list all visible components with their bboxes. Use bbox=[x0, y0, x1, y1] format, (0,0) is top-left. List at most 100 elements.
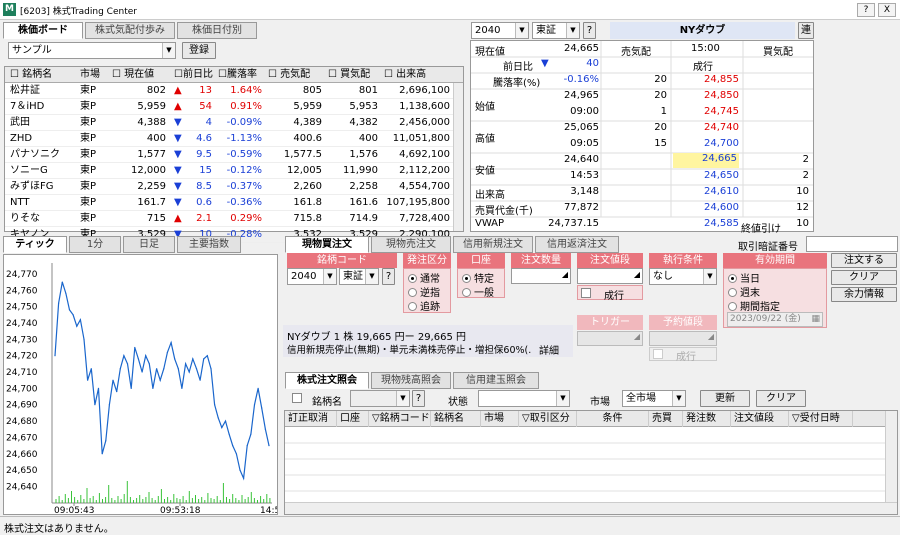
exec-select[interactable]: なし ▼ bbox=[649, 268, 717, 285]
board-row[interactable]: 松井証 東P 802 ▲ 13 1.64% 805 801 2,696,100 bbox=[5, 83, 453, 99]
edit-icon: ◢ bbox=[633, 332, 640, 341]
col-order-price[interactable]: 注文値段 bbox=[731, 411, 789, 427]
y-tick-label: 24,730 bbox=[6, 335, 38, 345]
col-market[interactable]: 市場 bbox=[481, 411, 519, 427]
detail-link[interactable]: 詳細 bbox=[539, 342, 559, 357]
tab-order-inquiry[interactable]: 株式注文照会 bbox=[285, 372, 369, 389]
col-trade-type[interactable]: ▽取引区分 bbox=[519, 411, 577, 427]
board-row[interactable]: 7＆iHD 東P 5,959 ▲ 54 0.91% 5,959 5,953 1,138,600 bbox=[5, 99, 453, 115]
scheduled-market-toggle[interactable]: 成行 bbox=[649, 347, 717, 363]
quote-help-button[interactable]: ? bbox=[583, 22, 596, 39]
col-account[interactable]: 口座 bbox=[337, 411, 369, 427]
account-header: 口座 bbox=[457, 253, 505, 268]
col-received-at[interactable]: ▽受付日時 bbox=[789, 411, 853, 427]
board-cell-name: ZHD bbox=[10, 133, 33, 144]
board-row[interactable]: ZHD 東P 400 ▼ 4.6 -1.13% 400.6 400 11,051,800 bbox=[5, 131, 453, 147]
board-row[interactable]: パナソニク 東P 1,577 ▼ 9.5 -0.59% 1,577.5 1,576 4,692,… bbox=[5, 147, 453, 163]
exec-value: なし bbox=[653, 271, 673, 282]
tab-board[interactable]: 株価ボード bbox=[3, 22, 83, 39]
close-button[interactable]: X bbox=[878, 3, 896, 17]
quote-market-select[interactable]: 東証 ▼ bbox=[532, 22, 580, 39]
order-help-button[interactable]: ? bbox=[382, 268, 395, 285]
account-specific[interactable]: 特定 bbox=[462, 270, 494, 285]
update-button[interactable]: 更新 bbox=[700, 390, 750, 407]
col-price[interactable]: ☐ 現在値 bbox=[109, 67, 171, 83]
buying-power-button[interactable]: 余力情報 bbox=[831, 287, 897, 302]
market-order-toggle[interactable]: 成行 bbox=[577, 285, 643, 302]
price-input[interactable]: ◢ bbox=[577, 268, 643, 284]
inquiry-vscrollbar[interactable] bbox=[885, 411, 897, 502]
order-code-select[interactable]: 2040 ▼ bbox=[287, 268, 337, 285]
col-market[interactable]: 市場 bbox=[77, 67, 107, 83]
high-label: 高値 bbox=[475, 134, 495, 145]
board-row[interactable]: みずほFG 東P 2,259 ▼ 8.5 -0.37% 2,260 2,258 4,554,70… bbox=[5, 179, 453, 195]
col-condition[interactable]: 条件 bbox=[577, 411, 649, 427]
board-row[interactable]: 武田 東P 4,388 ▼ 4 -0.09% 4,389 4,382 2,456,000 bbox=[5, 115, 453, 131]
account-options: 特定 一般 bbox=[457, 268, 505, 299]
col-bid[interactable]: ☐ 買気配 bbox=[325, 67, 381, 83]
tab-cash-buy[interactable]: 現物買注文 bbox=[285, 236, 369, 253]
board-row[interactable]: NTT 東P 161.7 ▼ 0.6 -0.36% 161.8 161.6 107,195,80… bbox=[5, 195, 453, 211]
col-ask[interactable]: ☐ 売気配 bbox=[265, 67, 325, 83]
period-today[interactable]: 当日 bbox=[728, 270, 760, 285]
tab-board-daily[interactable]: 株価日付別 bbox=[177, 22, 257, 39]
board-cell-ask: 12,005 bbox=[287, 165, 322, 176]
period-weekend[interactable]: 週末 bbox=[728, 284, 760, 299]
watchlist-select[interactable]: サンプル ▼ bbox=[8, 42, 176, 59]
period-custom[interactable]: 期間指定 bbox=[728, 298, 780, 313]
tab-indices[interactable]: 主要指数 bbox=[177, 236, 241, 253]
tab-cash-sell[interactable]: 現物売注文 bbox=[371, 236, 451, 253]
col-name[interactable]: ☐ 銘柄名 bbox=[7, 67, 77, 83]
col-code[interactable]: ▽銘柄コード bbox=[369, 411, 431, 427]
tab-margin-new[interactable]: 信用新規注文 bbox=[453, 236, 533, 253]
pin-input[interactable] bbox=[806, 236, 898, 252]
trigger-input[interactable]: ◢ bbox=[577, 331, 643, 346]
help-button[interactable]: ? bbox=[857, 3, 875, 17]
period-date-input[interactable]: 2023/09/22 (金) ▦ bbox=[727, 312, 823, 327]
board-cell-vol: 11,051,800 bbox=[392, 133, 450, 144]
checkbox-icon[interactable] bbox=[292, 393, 302, 403]
type-normal[interactable]: 通常 bbox=[408, 270, 440, 285]
board-row[interactable]: ソニーG 東P 12,000 ▼ 15 -0.12% 12,005 11,990 2,112,2… bbox=[5, 163, 453, 179]
radio-icon bbox=[728, 288, 737, 297]
col-side[interactable]: 売買 bbox=[649, 411, 683, 427]
market-filter-select[interactable]: 全市場 ▼ bbox=[622, 390, 686, 407]
qty-input[interactable]: ◢ bbox=[511, 268, 571, 284]
tab-board-ticks[interactable]: 株式気配付歩み bbox=[85, 22, 175, 39]
clear-order-button[interactable]: クリア bbox=[831, 270, 897, 285]
col-stock-name[interactable]: 銘柄名 bbox=[431, 411, 481, 427]
board-cell-chg: 0.6 bbox=[196, 197, 212, 208]
board-cell-name: NTT bbox=[10, 197, 30, 208]
type-trail[interactable]: 追跡 bbox=[408, 298, 440, 313]
board-cell-ask: 2,260 bbox=[293, 181, 322, 192]
order-market-select[interactable]: 東証 ▼ bbox=[339, 268, 379, 285]
tab-daily[interactable]: 日足 bbox=[123, 236, 175, 253]
register-button[interactable]: 登録 bbox=[182, 42, 216, 59]
col-volume[interactable]: ☐ 出来高 bbox=[381, 67, 457, 83]
col-pct[interactable]: ☐騰落率 bbox=[215, 67, 265, 83]
status-filter-select[interactable]: ▼ bbox=[478, 390, 570, 407]
tab-margin-positions[interactable]: 信用建玉照会 bbox=[453, 372, 539, 389]
submit-order-button[interactable]: 注文する bbox=[831, 253, 897, 268]
inquiry-clear-button[interactable]: クリア bbox=[756, 390, 806, 407]
tab-1min[interactable]: 1分 bbox=[69, 236, 121, 253]
account-general[interactable]: 一般 bbox=[462, 284, 494, 299]
board-cell-price: 715 bbox=[146, 213, 166, 224]
name-filter-select[interactable]: ▼ bbox=[350, 390, 410, 407]
col-qty[interactable]: 発注数 bbox=[683, 411, 731, 427]
scheduled-input[interactable]: ◢ bbox=[649, 331, 717, 346]
name-help-button[interactable]: ? bbox=[412, 390, 425, 407]
board-cell-price: 400 bbox=[146, 133, 166, 144]
col-change[interactable]: ☐前日比 bbox=[171, 67, 215, 83]
inquiry-hscrollbar[interactable] bbox=[285, 502, 897, 514]
board-scrollbar[interactable] bbox=[453, 83, 463, 231]
tab-margin-close[interactable]: 信用返済注文 bbox=[535, 236, 619, 253]
tab-tick[interactable]: ティック bbox=[3, 236, 67, 253]
link-button[interactable]: 連 bbox=[798, 22, 814, 39]
type-stop[interactable]: 逆指 bbox=[408, 284, 440, 299]
col-modify[interactable]: 訂正取消 bbox=[285, 411, 337, 427]
board-cell-pct: -0.37% bbox=[226, 181, 262, 192]
tab-cash-positions[interactable]: 現物残高照会 bbox=[371, 372, 451, 389]
board-row[interactable]: りそな 東P 715 ▲ 2.1 0.29% 715.8 714.9 7,728,400 bbox=[5, 211, 453, 227]
quote-code-select[interactable]: 2040 ▼ bbox=[471, 22, 529, 39]
